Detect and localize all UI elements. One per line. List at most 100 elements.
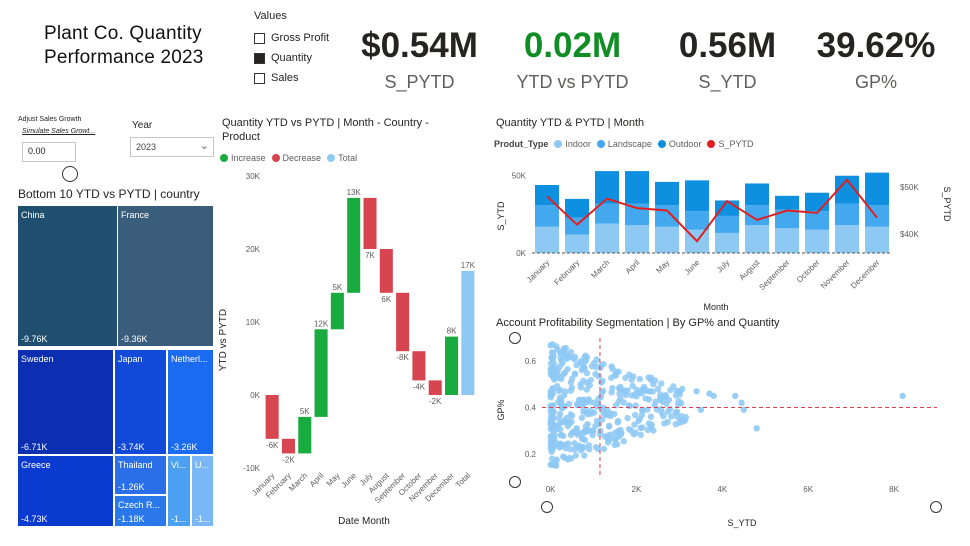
treemap-tile-value: -1.26K bbox=[118, 482, 145, 492]
scatter-point bbox=[551, 371, 558, 378]
value-option-gross-profit[interactable]: Gross Profit bbox=[254, 28, 329, 48]
combo-bar-segment bbox=[565, 198, 589, 218]
resize-handle-icon[interactable] bbox=[930, 501, 942, 513]
scatter-point bbox=[654, 385, 662, 393]
growth-input[interactable]: 0.00 bbox=[22, 142, 76, 162]
treemap-tile[interactable]: U... -1... bbox=[191, 455, 214, 527]
resize-handle-icon[interactable] bbox=[509, 332, 521, 344]
scatter-point bbox=[583, 386, 590, 393]
waterfall-bar bbox=[281, 438, 295, 454]
combo-bar-segment bbox=[535, 185, 559, 206]
treemap-tile[interactable]: France -9.36K bbox=[117, 205, 214, 347]
waterfall-data-label: 8K bbox=[447, 327, 457, 336]
legend-dot-icon bbox=[271, 154, 280, 162]
combo-x-tick: March bbox=[589, 258, 611, 280]
waterfall-y-tick: 10K bbox=[246, 318, 261, 327]
scatter-point bbox=[693, 388, 700, 395]
checkbox-icon[interactable] bbox=[254, 32, 265, 44]
scatter-point bbox=[559, 359, 566, 366]
treemap-tile-value: -4.73K bbox=[21, 514, 48, 524]
combo-x-tick: June bbox=[683, 258, 702, 277]
scatter-point bbox=[656, 396, 664, 404]
combo-y2-tick: $40K bbox=[900, 230, 919, 239]
combo-bar-segment bbox=[865, 172, 889, 206]
waterfall-data-label: 13K bbox=[347, 188, 362, 197]
combo-bar-segment bbox=[625, 171, 649, 204]
resize-handle-icon[interactable] bbox=[541, 501, 553, 513]
scatter-point bbox=[673, 387, 681, 395]
scatter-point bbox=[609, 365, 616, 373]
legend-label: Outdoor bbox=[668, 139, 702, 149]
scatter-point bbox=[607, 410, 615, 417]
combo-x-tick: December bbox=[849, 258, 882, 291]
scatter-point bbox=[631, 411, 639, 419]
combo-y2-axis-title: S_PYTD bbox=[942, 186, 952, 222]
legend-dot-icon bbox=[554, 140, 563, 148]
scatter-point bbox=[595, 373, 602, 380]
scatter-point bbox=[664, 418, 672, 426]
treemap-tile-name: China bbox=[21, 210, 45, 220]
combo-x-axis-title: Month bbox=[703, 302, 728, 312]
treemap-tile-value: -9.36K bbox=[121, 334, 148, 344]
waterfall-bar bbox=[445, 336, 459, 395]
scatter-point bbox=[583, 370, 591, 377]
treemap-tile[interactable]: Czech R... -1.18K bbox=[114, 495, 167, 527]
combo-chart: S_YTD S_PYTD Month 0K 50K $40K $50K January F… bbox=[496, 171, 952, 312]
value-option-quantity[interactable]: Quantity bbox=[254, 48, 329, 68]
waterfall-bar bbox=[461, 270, 475, 395]
scatter-point bbox=[637, 431, 645, 439]
legend-label: Increase bbox=[231, 153, 266, 163]
waterfall-title-line2: Product bbox=[222, 131, 260, 143]
waterfall-bar bbox=[314, 329, 328, 417]
scatter-point bbox=[593, 403, 600, 410]
combo-bar-segment bbox=[805, 192, 829, 212]
checkbox-checked-icon[interactable] bbox=[254, 52, 265, 64]
combo-bar-segment bbox=[595, 223, 619, 253]
scatter-point bbox=[547, 437, 554, 445]
scatter-y-axis-title: GP% bbox=[496, 399, 506, 420]
scatter-point bbox=[562, 388, 569, 395]
scatter-point bbox=[547, 342, 554, 349]
scatter-point bbox=[639, 424, 646, 431]
legend-label: S_PYTD bbox=[718, 139, 754, 149]
scatter-point bbox=[597, 362, 605, 370]
scatter-point bbox=[555, 387, 562, 394]
scatter-point bbox=[626, 371, 633, 378]
scatter-point bbox=[636, 375, 644, 383]
treemap-tile[interactable]: Thailand -1.26K bbox=[114, 455, 167, 495]
combo-bar-segment bbox=[655, 226, 679, 253]
values-selector: Values Gross Profit Quantity Sales bbox=[254, 10, 329, 88]
scatter-point bbox=[556, 410, 564, 418]
treemap-tile-name: Greece bbox=[21, 460, 51, 470]
report-title-line2: Performance 2023 bbox=[44, 47, 204, 68]
scatter-point bbox=[568, 384, 576, 391]
treemap-tile[interactable]: Sweden -6.71K bbox=[17, 349, 114, 455]
checkbox-icon[interactable] bbox=[254, 72, 265, 84]
scatter-x-tick: 8K bbox=[889, 485, 899, 494]
treemap-tile[interactable]: Netherl... -3.26K bbox=[167, 349, 214, 455]
treemap-tile[interactable]: China -9.76K bbox=[17, 205, 118, 347]
waterfall-x-tick: May bbox=[325, 471, 342, 488]
combo-y-axis-title: S_YTD bbox=[496, 201, 506, 231]
scatter-point bbox=[615, 368, 622, 375]
scatter-point bbox=[658, 380, 665, 387]
treemap-tile[interactable]: Vi... -1... bbox=[167, 455, 191, 527]
waterfall-x-axis-title: Date Month bbox=[338, 516, 390, 527]
value-option-sales[interactable]: Sales bbox=[254, 68, 329, 88]
scatter-point bbox=[667, 386, 674, 394]
treemap-tile[interactable]: Greece -4.73K bbox=[17, 455, 114, 527]
scatter-point bbox=[581, 358, 588, 365]
scatter-x-tick: 4K bbox=[717, 485, 727, 494]
year-dropdown[interactable]: 2023 ⌄ bbox=[130, 137, 214, 157]
growth-slider-handle[interactable] bbox=[62, 166, 78, 182]
scatter-point bbox=[664, 408, 672, 415]
treemap-tile[interactable]: Japan -3.74K bbox=[114, 349, 167, 455]
resize-handle-icon[interactable] bbox=[509, 476, 521, 488]
scatter-point bbox=[564, 422, 572, 430]
scatter-point bbox=[598, 379, 605, 386]
treemap-tile-name: Sweden bbox=[21, 354, 54, 364]
scatter-point bbox=[672, 409, 679, 416]
scatter-point bbox=[564, 366, 571, 373]
scatter-point bbox=[592, 443, 600, 451]
scatter-point bbox=[582, 422, 590, 430]
